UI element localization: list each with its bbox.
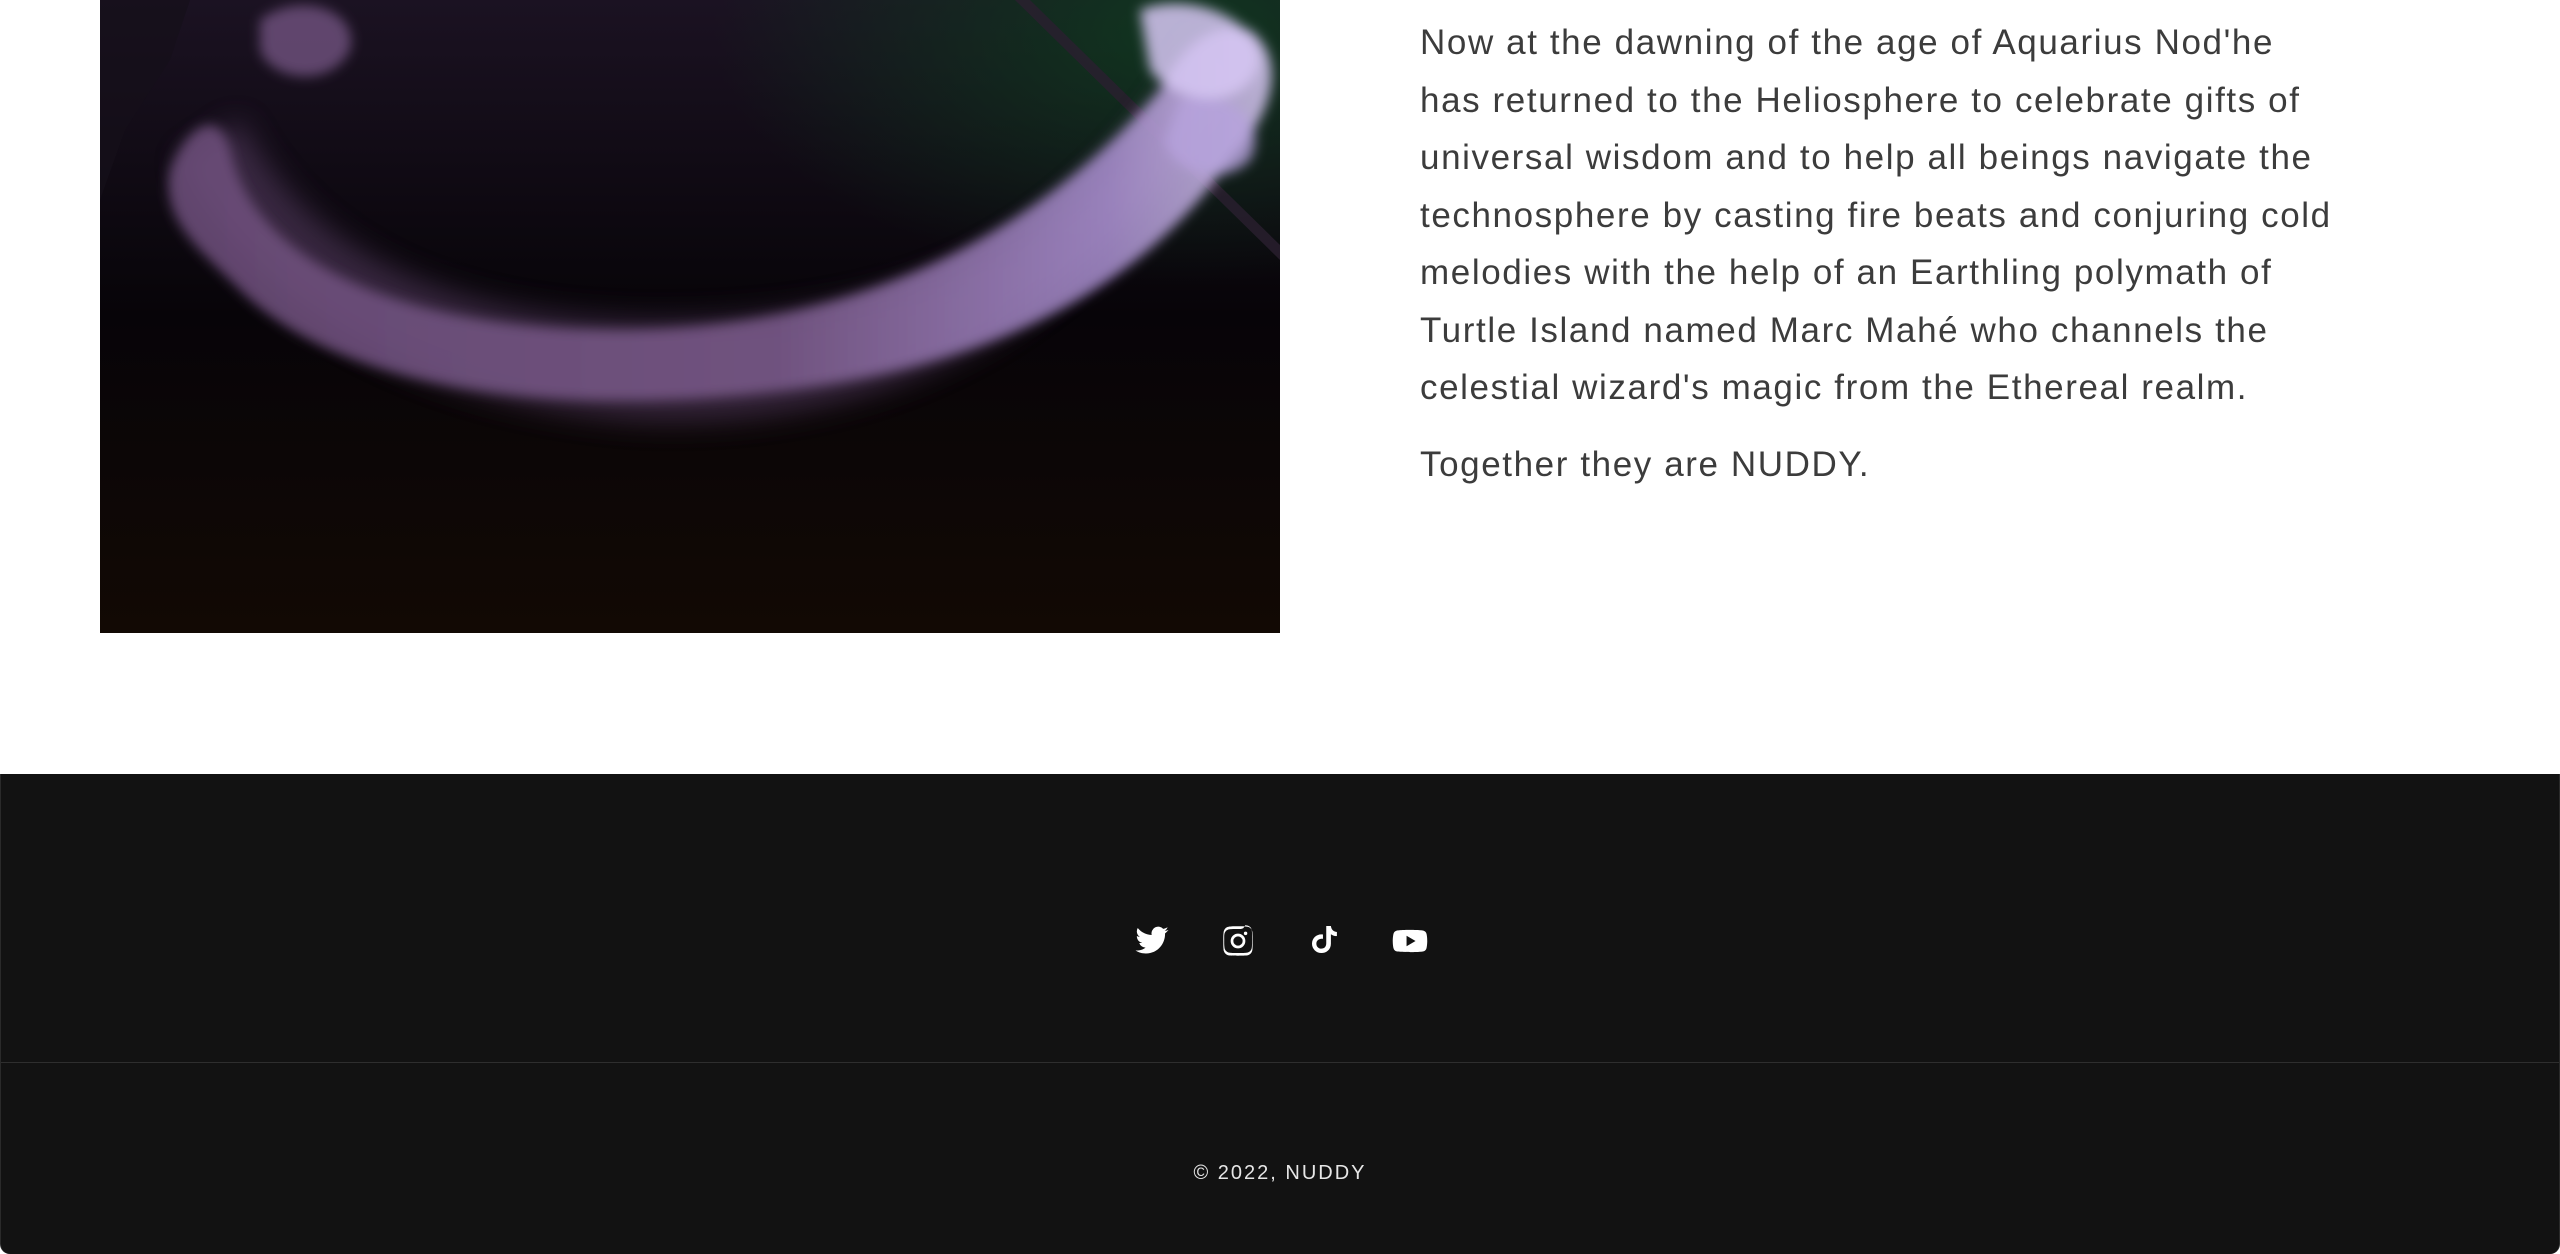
instagram-link[interactable] <box>1195 898 1281 984</box>
youtube-link[interactable] <box>1367 898 1453 984</box>
about-text: Now at the dawning of the age of Aquariu… <box>1420 14 2340 493</box>
tiktok-link[interactable] <box>1281 898 1367 984</box>
footer-divider <box>1 1062 2559 1063</box>
tiktok-icon <box>1312 926 1337 953</box>
about-section: Now at the dawning of the age of Aquariu… <box>0 0 2560 774</box>
page: Now at the dawning of the age of Aquariu… <box>0 0 2560 1254</box>
site-footer: © 2022, NUDDY <box>0 774 2560 1254</box>
cloud-artwork-image <box>100 0 1280 633</box>
cloud-artwork-graphic <box>100 0 1280 633</box>
instagram-icon <box>1223 925 1253 956</box>
twitter-link[interactable] <box>1109 898 1195 984</box>
about-paragraph: Now at the dawning of the age of Aquariu… <box>1420 23 2332 407</box>
copyright-text: © 2022, NUDDY <box>1193 1162 1367 1184</box>
twitter-icon <box>1135 926 1169 954</box>
youtube-icon <box>1392 929 1428 953</box>
about-paragraph: Together they are NUDDY. <box>1420 444 1871 484</box>
social-links <box>1 898 2560 984</box>
